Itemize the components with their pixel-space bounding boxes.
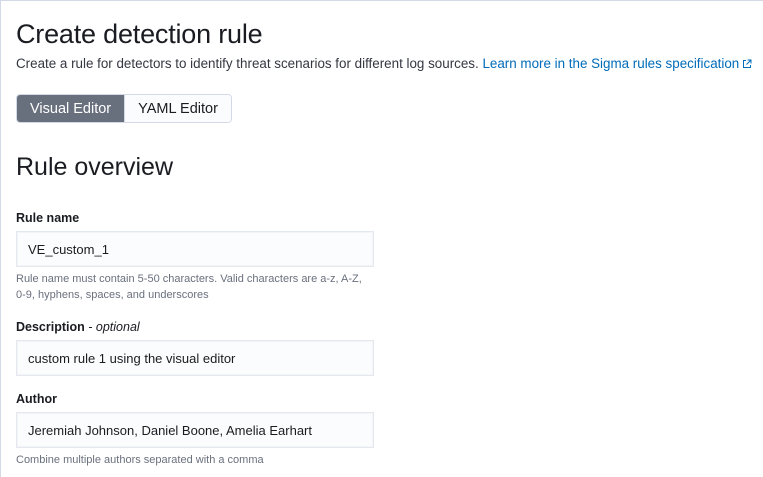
page-title: Create detection rule (16, 19, 263, 49)
author-label: Author (16, 392, 57, 406)
editor-mode-toggle: Visual Editor YAML Editor (16, 94, 232, 123)
rule-name-input[interactable] (16, 231, 374, 267)
description-label: Description - optional (16, 320, 140, 334)
description-optional-tag: - optional (88, 320, 140, 334)
subtitle-text: Create a rule for detectors to identify … (16, 56, 479, 71)
rule-name-help-line1: Rule name must contain 5-50 characters. … (16, 273, 362, 285)
create-rule-page: Create detection rule Create a rule for … (0, 0, 763, 477)
author-label-text: Author (16, 392, 57, 406)
description-label-text: Description (16, 320, 85, 334)
yaml-editor-button[interactable]: YAML Editor (124, 95, 231, 122)
rule-name-help: Rule name must contain 5-50 characters. … (16, 271, 386, 303)
visual-editor-button[interactable]: Visual Editor (17, 95, 125, 122)
rule-name-label: Rule name (16, 211, 79, 225)
description-input[interactable] (16, 340, 374, 376)
page-subtitle: Create a rule for detectors to identify … (16, 56, 752, 71)
author-help: Combine multiple authors separated with … (16, 454, 264, 466)
rule-name-help-line2: 0-9, hyphens, spaces, and underscores (16, 289, 209, 301)
sigma-spec-link-label: Learn more in the Sigma rules specificat… (482, 56, 740, 71)
author-input[interactable] (16, 412, 374, 448)
rule-overview-heading: Rule overview (16, 153, 174, 181)
sigma-spec-link[interactable]: Learn more in the Sigma rules specificat… (482, 56, 752, 71)
external-link-icon (743, 59, 752, 68)
rule-name-label-text: Rule name (16, 211, 80, 225)
